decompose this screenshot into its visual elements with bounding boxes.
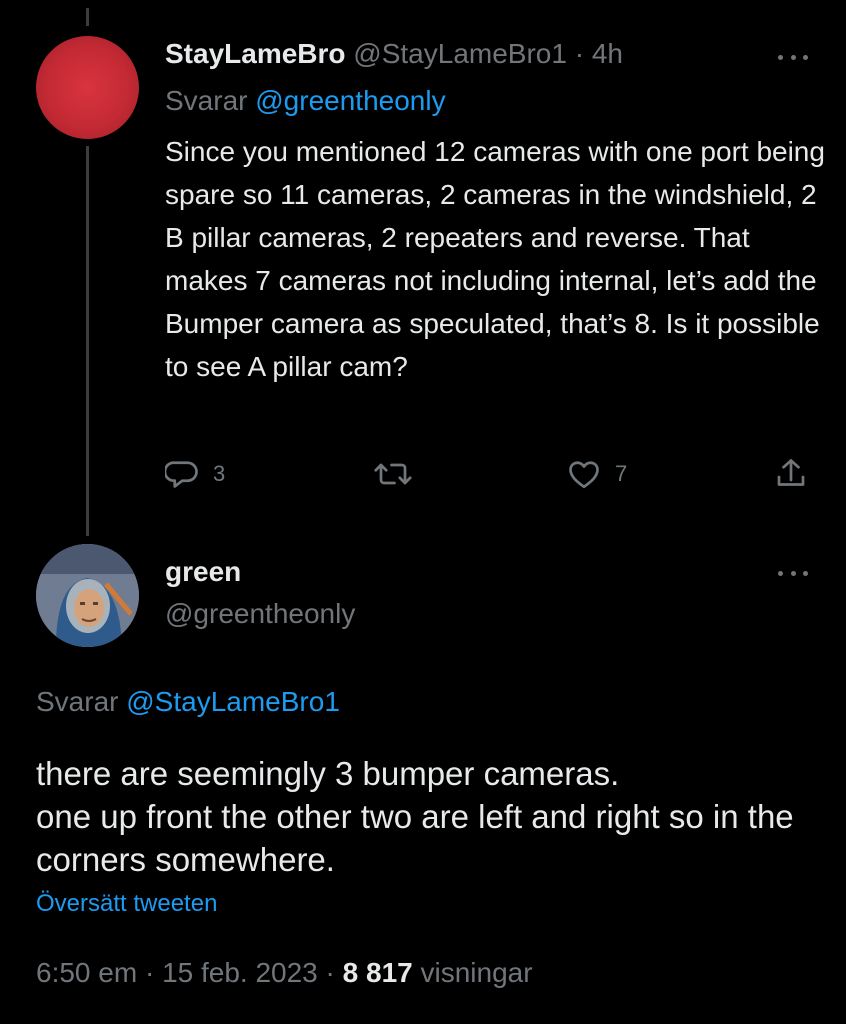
replying-prefix: Svarar bbox=[165, 85, 256, 116]
main-tweet-text-content: there are seemingly 3 bumper cameras. on… bbox=[36, 755, 794, 878]
views-count[interactable]: 8 817 bbox=[343, 957, 413, 988]
timestamp[interactable]: 4h bbox=[592, 38, 623, 69]
more-icon-2[interactable] bbox=[778, 568, 808, 578]
tweet-header: StayLameBro @StayLameBro1 · 4h bbox=[165, 38, 623, 70]
main-tweet-text: there are seemingly 3 bumper cameras. on… bbox=[36, 752, 826, 881]
mention-link-2[interactable]: @StayLameBro1 bbox=[126, 686, 340, 717]
tweet-meta: 6:50 em · 15 feb. 2023 · 8 817 visningar bbox=[36, 957, 533, 989]
tweet-date[interactable]: 15 feb. 2023 bbox=[162, 957, 318, 988]
avatar-green[interactable] bbox=[36, 544, 139, 647]
more-icon[interactable] bbox=[778, 52, 808, 62]
reply-count: 3 bbox=[213, 461, 226, 486]
mention-link[interactable]: @greentheonly bbox=[255, 85, 445, 116]
separator: · bbox=[566, 38, 592, 69]
retweet-button[interactable] bbox=[373, 456, 425, 492]
handle[interactable]: @StayLameBro1 bbox=[353, 38, 567, 69]
reply-button[interactable]: 3 bbox=[165, 456, 225, 492]
replying-to: Svarar @greentheonly bbox=[165, 85, 446, 117]
replying-prefix-2: Svarar bbox=[36, 686, 127, 717]
meta-separator-2: · bbox=[317, 957, 343, 988]
thread-line bbox=[86, 146, 89, 536]
avatar-staylamebro[interactable] bbox=[36, 36, 139, 139]
share-button[interactable] bbox=[773, 456, 809, 492]
tweet-actions: 3 7 bbox=[165, 456, 810, 500]
views-label: visningar bbox=[412, 957, 533, 988]
handle-green[interactable]: @greentheonly bbox=[165, 598, 355, 630]
heart-icon bbox=[565, 456, 603, 492]
translate-tweet-link[interactable]: Översätt tweeten bbox=[36, 890, 217, 918]
retweet-icon bbox=[373, 456, 413, 492]
meta-separator-1: · bbox=[137, 957, 163, 988]
tweet-time[interactable]: 6:50 em bbox=[36, 957, 137, 988]
reply-icon bbox=[165, 456, 201, 492]
like-count: 7 bbox=[615, 461, 628, 486]
tweet-text: Since you mentioned 12 cameras with one … bbox=[165, 136, 825, 382]
replying-to-2: Svarar @StayLameBro1 bbox=[36, 686, 340, 718]
display-name-green[interactable]: green bbox=[165, 556, 241, 588]
like-button[interactable]: 7 bbox=[565, 456, 627, 492]
thread-line-top bbox=[86, 8, 89, 26]
share-icon bbox=[773, 456, 809, 492]
display-name[interactable]: StayLameBro bbox=[165, 38, 346, 69]
